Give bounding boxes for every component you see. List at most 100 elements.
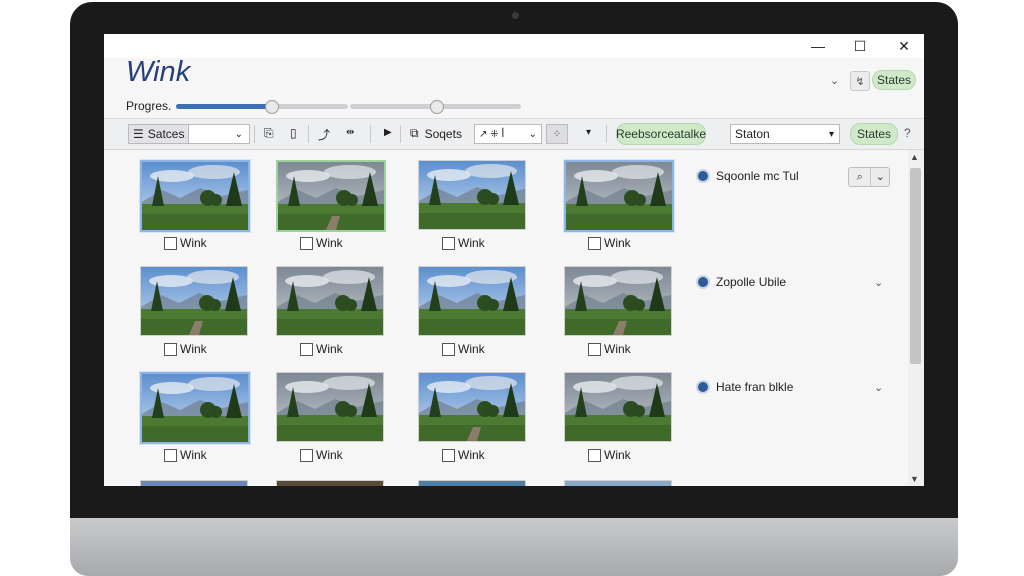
thumbnail-image[interactable] xyxy=(140,480,248,486)
chevron-down-icon: ⌄ xyxy=(528,128,537,140)
list-icon: ☰ xyxy=(133,127,144,141)
group-action-dropdown[interactable]: ⌕ ⌄ xyxy=(848,167,890,187)
view-dropdown[interactable]: ⌄ xyxy=(188,124,250,144)
landscape-image xyxy=(565,267,671,335)
chevron-down-icon[interactable]: ⌄ xyxy=(874,381,883,394)
chevron-down-icon[interactable]: ▾ xyxy=(586,127,591,138)
thumbnail-checkbox[interactable] xyxy=(300,448,313,462)
thumbnail-item[interactable]: Wink xyxy=(276,372,384,462)
tool-icon[interactable]: ↯ xyxy=(850,71,870,91)
group-item[interactable]: Hate fran blkle xyxy=(698,380,793,394)
progress-slider-2-handle[interactable] xyxy=(429,100,444,114)
thumbnail-checkbox[interactable] xyxy=(588,342,601,356)
thumbnail-item[interactable]: Wink xyxy=(140,266,248,356)
thumbnail-caption[interactable]: Wink xyxy=(300,448,343,462)
thumbnail-caption[interactable]: Wink xyxy=(442,448,485,462)
thumbnail-caption[interactable]: Wink xyxy=(442,236,485,250)
thumbnail-checkbox[interactable] xyxy=(164,448,177,462)
thumbnail-item[interactable]: Wink xyxy=(418,266,526,356)
scrollbar-thumb[interactable] xyxy=(910,168,921,364)
thumbnail-caption[interactable]: Wink xyxy=(588,236,631,250)
thumbnail-caption[interactable]: Wink xyxy=(164,448,207,462)
thumbnail-image[interactable] xyxy=(276,480,384,486)
thumbnail-image[interactable] xyxy=(418,266,526,336)
thumbnail-image[interactable] xyxy=(140,160,250,232)
thumbnail-label: Wink xyxy=(316,236,343,250)
thumbnail-item[interactable]: Wink xyxy=(564,266,672,356)
thumbnail-label: Wink xyxy=(180,236,207,250)
thumbnail-caption[interactable]: Wink xyxy=(300,342,343,356)
thumbnail-image[interactable] xyxy=(564,160,674,232)
thumbnail-checkbox[interactable] xyxy=(588,236,601,250)
thumbnail-checkbox[interactable] xyxy=(442,236,455,250)
chevron-down-icon[interactable]: ⌄ xyxy=(830,74,839,87)
chevron-down-icon[interactable]: ⌄ xyxy=(874,276,883,289)
thumbnail-image[interactable] xyxy=(564,266,672,336)
thumbnail-image[interactable] xyxy=(140,372,250,444)
play-icon[interactable]: ▶ xyxy=(384,127,392,138)
radio-dot-icon xyxy=(698,277,708,287)
thumbnail-checkbox[interactable] xyxy=(164,342,177,356)
thumbnail-item[interactable]: Wink xyxy=(276,266,384,356)
thumbnail-image[interactable] xyxy=(276,372,384,442)
thumbnail-label: Wink xyxy=(316,448,343,462)
scroll-down-icon[interactable]: ▼ xyxy=(910,474,919,484)
thumbnail-item[interactable]: Wink xyxy=(564,372,672,462)
minimize-button[interactable]: — xyxy=(798,36,838,56)
thumbnail-image[interactable] xyxy=(418,480,526,486)
comment-icon: ⌕ xyxy=(849,168,872,186)
thumbnail-item[interactable]: Wink xyxy=(418,160,526,250)
thumbnail-checkbox[interactable] xyxy=(300,342,313,356)
toolbar-separator xyxy=(370,125,371,143)
thumbnail-image[interactable] xyxy=(564,372,672,442)
thumbnail-caption[interactable]: Wink xyxy=(164,342,207,356)
sort-label: Soqets xyxy=(424,126,462,141)
group-label: Sqoonle mc Tul xyxy=(716,169,799,183)
help-icon[interactable]: ? xyxy=(904,126,911,140)
thumbnail-caption[interactable]: Wink xyxy=(300,236,343,250)
close-button[interactable]: ✕ xyxy=(884,36,924,56)
thumbnail-image[interactable] xyxy=(418,372,526,442)
thumbnail-image[interactable] xyxy=(418,160,526,230)
landscape-image xyxy=(565,373,671,441)
states-badge[interactable]: States xyxy=(872,70,916,90)
thumbnail-label: Wink xyxy=(604,236,631,250)
sort-button[interactable]: ⧉ Soqets xyxy=(410,126,462,141)
document-icon[interactable]: ⎘ xyxy=(264,126,274,141)
thumbnail-checkbox[interactable] xyxy=(300,236,313,250)
states-button[interactable]: States xyxy=(850,123,898,145)
progress-slider-1-handle[interactable] xyxy=(264,100,279,114)
view-button[interactable]: ☰ Satces xyxy=(128,124,190,144)
link-icon[interactable]: ⤴ xyxy=(318,126,330,143)
thumbnail-item[interactable]: Wink xyxy=(140,372,250,462)
thumbnail-checkbox[interactable] xyxy=(588,448,601,462)
thumbnail-image[interactable] xyxy=(276,160,386,232)
thumbnail-item[interactable]: Wink xyxy=(276,160,386,250)
thumbnail-caption[interactable]: Wink xyxy=(442,342,485,356)
thumbnail-caption[interactable]: Wink xyxy=(164,236,207,250)
resource-button[interactable]: Reebsorceatalke xyxy=(616,123,706,145)
thumbnail-item[interactable]: Wink xyxy=(140,160,250,250)
status-select[interactable]: Staton ▾ xyxy=(730,124,840,144)
group-item[interactable]: Sqoonle mc Tul xyxy=(698,169,799,183)
thumbnail-checkbox[interactable] xyxy=(442,448,455,462)
thumbnail-checkbox[interactable] xyxy=(442,342,455,356)
title-bar: — ☐ ✕ xyxy=(104,34,924,58)
thumbnail-label: Wink xyxy=(180,342,207,356)
group-item[interactable]: Zopolle Ubile xyxy=(698,275,786,289)
thumbnail-caption[interactable]: Wink xyxy=(588,448,631,462)
thumbnail-checkbox[interactable] xyxy=(164,236,177,250)
scroll-up-icon[interactable]: ▲ xyxy=(910,152,919,162)
thumbnail-image[interactable] xyxy=(140,266,248,336)
thumbnail-item[interactable]: Wink xyxy=(418,372,526,462)
thumbnail-image[interactable] xyxy=(564,480,672,486)
page-icon[interactable]: ▯ xyxy=(290,126,297,140)
filter-dropdown[interactable]: ↗ ⁜ ꟾ ⌄ xyxy=(474,124,542,144)
thumbnail-caption[interactable]: Wink xyxy=(588,342,631,356)
grid-view-icon[interactable]: ⁘ xyxy=(546,124,568,144)
expand-icon[interactable]: ⇹ xyxy=(346,127,354,138)
thumbnail-image[interactable] xyxy=(276,266,384,336)
maximize-button[interactable]: ☐ xyxy=(840,36,880,56)
thumbnail-item[interactable]: Wink xyxy=(564,160,674,250)
landscape-image xyxy=(278,162,384,230)
